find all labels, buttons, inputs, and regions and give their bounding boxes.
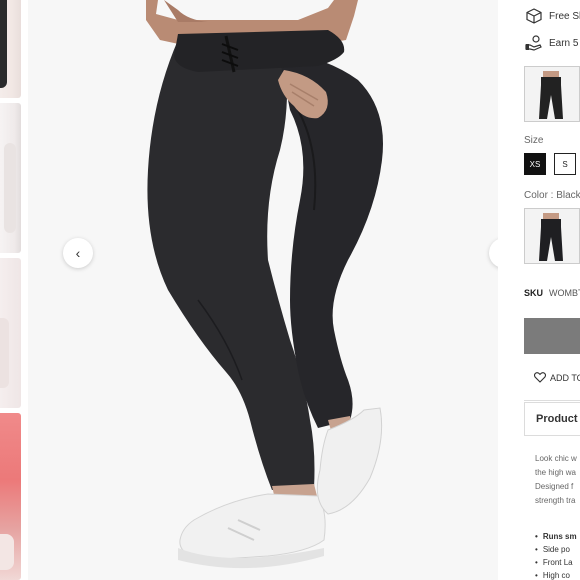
thumbnail-4[interactable] [0, 413, 21, 580]
rewards-row: Earn 5 [525, 34, 578, 52]
sku-value: WOMBT [549, 288, 580, 298]
size-option-xs[interactable]: XS [524, 153, 546, 175]
size-label: Size [524, 135, 544, 146]
color-swatch-black[interactable] [524, 208, 580, 264]
divider [524, 400, 580, 401]
description-line: strength tra [535, 496, 576, 505]
main-product-image: ‹ › [28, 0, 498, 580]
box-icon [525, 7, 543, 25]
description-line: Look chic w [535, 454, 577, 463]
thumbnail-strip [0, 0, 22, 580]
thumbnail-3[interactable] [0, 258, 21, 408]
product-info-panel: Free Sh Earn 5 Size XS S Color : Black S… [498, 0, 580, 580]
hand-coin-icon [525, 34, 543, 52]
leggings-photo [146, 0, 383, 569]
description-line: Designed f [535, 482, 574, 491]
sku-label: SKU [524, 288, 544, 298]
color-label: Color : Black [524, 190, 580, 201]
feature-item: Front La [535, 556, 577, 569]
outfit-preview-image[interactable] [524, 66, 580, 122]
chevron-left-icon: ‹ [75, 245, 81, 261]
free-shipping-text: Free Sh [549, 10, 580, 22]
add-to-wishlist-button[interactable]: ADD TO [534, 372, 580, 383]
thumbnail-2[interactable] [0, 103, 21, 253]
description-line: the high wa [535, 468, 576, 477]
product-tab-title: Product [536, 413, 578, 425]
feature-list: Runs sm Side po Front La High co [535, 530, 577, 580]
wishlist-label: ADD TO [550, 372, 580, 383]
rewards-text: Earn 5 [549, 37, 579, 49]
thumbnail-1[interactable] [0, 0, 21, 98]
feature-item: High co [535, 569, 577, 580]
add-to-cart-button[interactable] [524, 318, 580, 354]
feature-item: Side po [535, 543, 577, 556]
feature-item: Runs sm [535, 530, 577, 543]
product-description: Look chic w the high wa Designed f stren… [535, 452, 577, 508]
heart-icon [534, 372, 546, 383]
sku-row: SKU WOMBT [524, 288, 580, 298]
size-option-s[interactable]: S [554, 153, 576, 175]
prev-image-button[interactable]: ‹ [63, 238, 93, 268]
free-shipping-row: Free Sh [525, 7, 580, 25]
